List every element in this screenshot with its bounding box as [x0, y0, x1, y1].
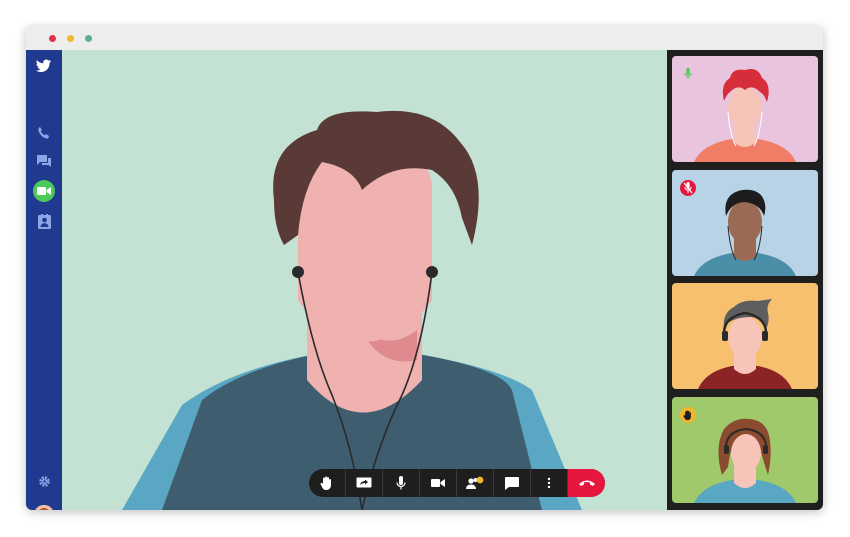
video-camera-icon — [37, 187, 51, 195]
share-screen-button[interactable] — [346, 469, 383, 497]
participant-tile[interactable] — [672, 56, 818, 162]
microphone-muted-icon — [683, 182, 693, 194]
app-window — [26, 26, 823, 510]
participant-tile[interactable] — [672, 397, 818, 503]
call-control-bar — [309, 469, 605, 497]
close-window-button[interactable] — [49, 35, 56, 42]
microphone-button[interactable] — [383, 469, 420, 497]
raise-hand-button[interactable] — [309, 469, 346, 497]
more-options-icon — [547, 477, 551, 489]
chat-icon[interactable] — [35, 152, 53, 170]
microphone-icon — [396, 476, 406, 490]
microphone-active-icon — [684, 68, 692, 80]
participant-rail — [667, 50, 823, 510]
participants-icon — [466, 476, 484, 489]
participant-tile[interactable] — [672, 283, 818, 389]
end-call-icon — [578, 480, 595, 486]
main-video-stage — [62, 50, 667, 510]
gear-icon[interactable] — [35, 472, 53, 490]
contacts-icon[interactable] — [35, 212, 53, 230]
chat-button[interactable] — [494, 469, 531, 497]
title-bar — [26, 26, 823, 50]
video-camera-icon — [431, 479, 445, 487]
main-speaker-video — [122, 110, 582, 510]
phone-icon[interactable] — [35, 124, 53, 142]
sidebar — [26, 50, 62, 510]
end-call-button[interactable] — [568, 469, 605, 497]
more-options-button[interactable] — [531, 469, 568, 497]
raise-hand-icon — [320, 476, 331, 490]
bird-logo-icon[interactable] — [35, 57, 53, 75]
participant-video — [698, 299, 792, 389]
maximize-window-button[interactable] — [85, 35, 92, 42]
video-call-nav-button[interactable] — [33, 180, 55, 202]
participants-button[interactable] — [457, 469, 494, 497]
participant-tile[interactable] — [672, 170, 818, 276]
camera-button[interactable] — [420, 469, 457, 497]
mic-muted-indicator — [680, 180, 696, 196]
mic-active-indicator — [680, 66, 696, 82]
hand-raised-indicator — [680, 407, 696, 423]
chat-bubble-icon — [505, 476, 519, 490]
raised-hand-icon — [683, 410, 691, 420]
minimize-window-button[interactable] — [67, 35, 74, 42]
share-screen-icon — [356, 477, 372, 488]
user-avatar[interactable] — [34, 505, 54, 510]
